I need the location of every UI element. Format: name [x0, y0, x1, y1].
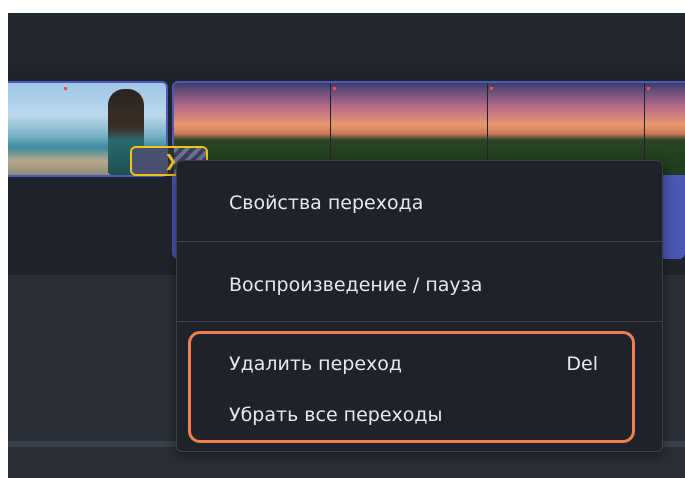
menu-separator: [177, 321, 662, 322]
marker-tick: [64, 87, 67, 90]
menu-item-play-pause[interactable]: Воспроизведение / пауза: [177, 267, 662, 303]
annotation-highlight-box: [188, 331, 635, 443]
marker-tick: [333, 87, 336, 90]
menu-item-transition-properties[interactable]: Свойства перехода: [177, 185, 662, 221]
marker-tick: [490, 87, 493, 90]
transition-left-half: [132, 148, 168, 174]
menu-separator: [177, 241, 662, 242]
timeline-toolbar-area: [8, 13, 685, 65]
menu-item-label: Свойства перехода: [229, 192, 424, 214]
clip-thumbnail: [8, 83, 62, 175]
menu-item-label: Воспроизведение / пауза: [229, 274, 483, 296]
marker-tick: [647, 87, 650, 90]
